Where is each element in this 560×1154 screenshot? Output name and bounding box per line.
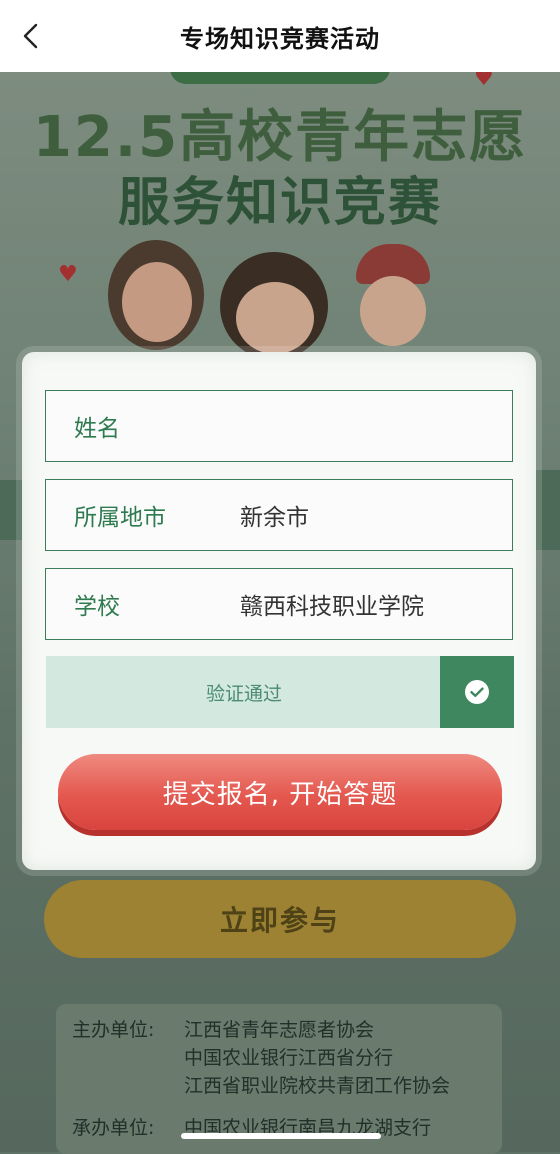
organizer-row: 主办单位: 江西省青年志愿者协会 中国农业银行江西省分行 江西省职业院校共青团工… bbox=[72, 1016, 450, 1100]
school-label: 学校 bbox=[74, 594, 120, 620]
character-face bbox=[360, 276, 426, 346]
top-nav-bar: 专场知识竞赛活动 bbox=[0, 0, 560, 72]
poster-title-line2: 服务知识竞赛 bbox=[117, 173, 442, 233]
city-label: 所属地市 bbox=[74, 505, 166, 531]
school-select[interactable]: 学校 赣西科技职业学院 bbox=[45, 568, 513, 640]
organizer-name: 江西省职业院校共青团工作协会 bbox=[184, 1075, 451, 1097]
organizer-name: 中国农业银行江西省分行 bbox=[184, 1047, 394, 1069]
registration-modal: 姓名 所属地市 新余市 学校 赣西科技职业学院 验证通过 提交报名, 开始答题 bbox=[22, 352, 536, 870]
character-face bbox=[236, 282, 314, 354]
organizer-name: 江西省青年志愿者协会 bbox=[184, 1019, 375, 1041]
name-field[interactable]: 姓名 bbox=[45, 390, 513, 462]
verification-slider[interactable]: 验证通过 bbox=[46, 656, 514, 728]
character-face bbox=[122, 262, 192, 342]
submit-register-button[interactable]: 提交报名, 开始答题 bbox=[58, 754, 502, 830]
organizer-label: 主办单位: bbox=[72, 1019, 155, 1041]
city-building bbox=[536, 470, 560, 550]
home-indicator bbox=[181, 1133, 381, 1139]
verification-status: 验证通过 bbox=[206, 682, 283, 705]
heart-icon: ♥ bbox=[58, 262, 78, 287]
city-building bbox=[0, 480, 22, 540]
page-title: 专场知识竞赛活动 bbox=[180, 24, 380, 53]
back-arrow-icon[interactable] bbox=[18, 22, 46, 50]
school-value: 赣西科技职业学院 bbox=[240, 594, 424, 620]
join-now-button[interactable]: 立即参与 bbox=[44, 880, 516, 958]
name-label: 姓名 bbox=[74, 416, 120, 442]
city-value: 新余市 bbox=[240, 505, 309, 531]
organizers-box: 主办单位: 江西省青年志愿者协会 中国农业银行江西省分行 江西省职业院校共青团工… bbox=[56, 1004, 502, 1154]
city-select[interactable]: 所属地市 新余市 bbox=[45, 479, 513, 551]
verified-check-icon bbox=[440, 656, 514, 728]
organizer-label: 承办单位: bbox=[72, 1117, 155, 1139]
